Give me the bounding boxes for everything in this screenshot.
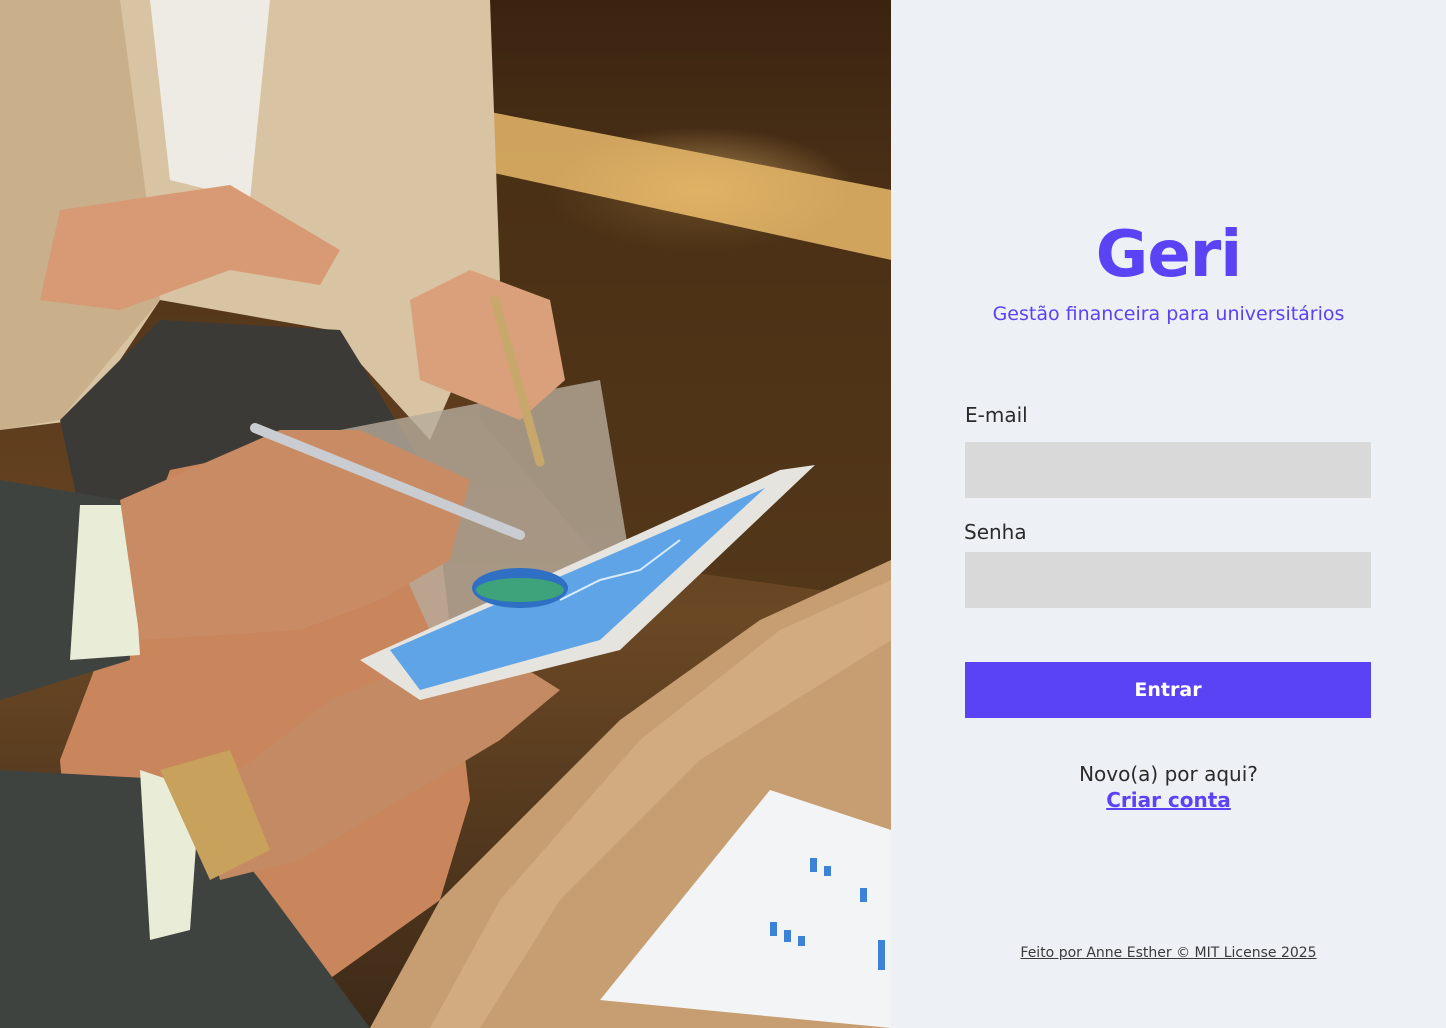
login-button[interactable]: Entrar [965,662,1371,718]
hero-photo [0,0,891,1028]
create-account-link[interactable]: Criar conta [1106,788,1231,812]
email-label: E-mail [965,403,1028,427]
signup-link-container: Criar conta [891,788,1446,812]
password-label: Senha [964,520,1027,544]
brand-logo: Geri [1095,218,1242,292]
footer-credit[interactable]: Feito por Anne Esther © MIT License 2025 [1020,945,1316,961]
email-field[interactable] [965,442,1371,498]
hero-illustration [0,0,891,1028]
signup-prompt: Novo(a) por aqui? [1079,762,1258,786]
password-field[interactable] [965,552,1371,608]
login-panel: Geri Gestão financeira para universitári… [891,0,1446,1028]
brand-tagline: Gestão financeira para universitários [992,303,1345,325]
footer: Feito por Anne Esther © MIT License 2025 [891,942,1446,961]
